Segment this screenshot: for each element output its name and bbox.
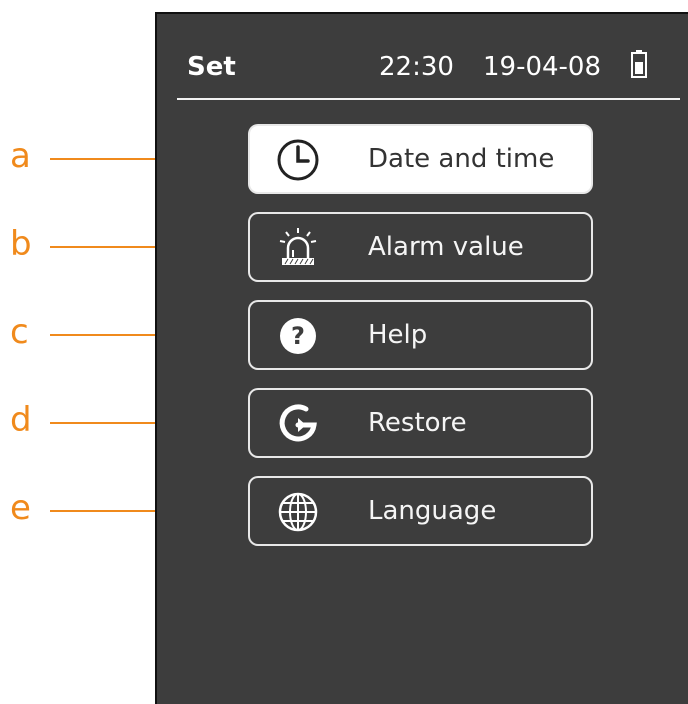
- svg-text:?: ?: [291, 322, 305, 350]
- device-screen: Set 22:30 19-04-08 Date and time Alarm v…: [155, 12, 688, 704]
- alarm-siren-icon: [279, 228, 317, 265]
- header-divider: [177, 98, 680, 100]
- menu-item-help[interactable]: ? Help: [248, 300, 593, 370]
- clock-time: 22:30: [379, 52, 454, 82]
- menu-item-label: Alarm value: [368, 232, 524, 262]
- battery-icon: [631, 50, 647, 78]
- globe-icon: [278, 492, 318, 532]
- menu-item-label: Language: [368, 496, 497, 526]
- page-title: Set: [187, 52, 236, 82]
- callout-letter-a: a: [10, 136, 31, 176]
- clock-date: 19-04-08: [483, 52, 602, 82]
- restore-icon: [279, 404, 317, 442]
- menu-item-label: Date and time: [368, 144, 555, 174]
- clock-icon: [277, 139, 319, 181]
- menu-item-label: Help: [368, 320, 428, 350]
- callout-letter-c: c: [10, 312, 29, 352]
- callout-letter-d: d: [10, 400, 32, 440]
- menu-item-language[interactable]: Language: [248, 476, 593, 546]
- menu-item-restore[interactable]: Restore: [248, 388, 593, 458]
- menu-item-date-and-time[interactable]: Date and time: [248, 124, 593, 194]
- menu-item-label: Restore: [368, 408, 467, 438]
- help-icon: ?: [280, 318, 316, 354]
- callout-letter-b: b: [10, 224, 32, 264]
- callout-letter-e: e: [10, 488, 31, 528]
- menu-item-alarm-value[interactable]: Alarm value: [248, 212, 593, 282]
